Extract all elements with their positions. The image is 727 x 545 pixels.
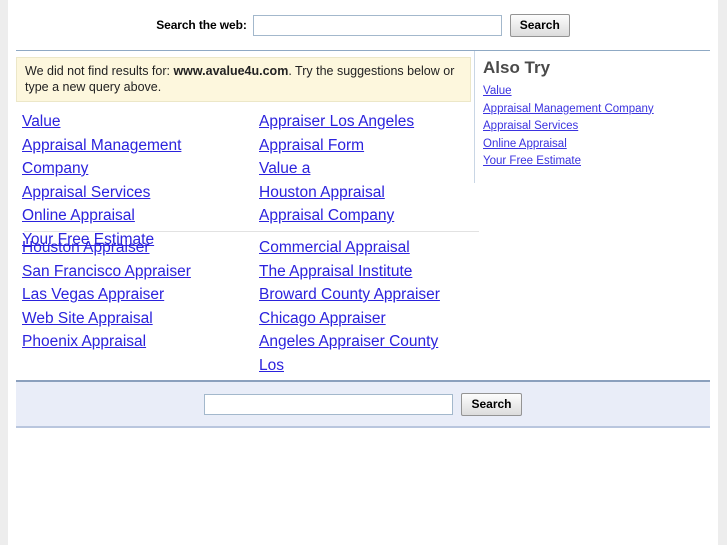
suggestion-link[interactable]: Commercial Appraisal <box>259 236 471 260</box>
also-try-link[interactable]: Value <box>483 83 710 101</box>
suggestion-column-left: Houston Appraiser San Francisco Appraise… <box>22 236 252 354</box>
suggestion-link[interactable]: Appraisal Management Company <box>22 134 222 181</box>
notice-prefix: We did not find results for: <box>25 64 174 78</box>
no-results-notice: We did not find results for: www.avalue4… <box>16 57 471 102</box>
page-canvas: Search the web: Search We did not find r… <box>8 0 718 545</box>
suggestion-link[interactable]: Angeles Appraiser County Los <box>259 330 459 377</box>
suggestion-link[interactable]: Value a <box>259 157 471 181</box>
suggestion-link[interactable]: Phoenix Appraisal <box>22 330 252 354</box>
search-button[interactable]: Search <box>509 13 570 37</box>
search-input[interactable] <box>252 14 502 36</box>
also-try-link[interactable]: Online Appraisal <box>483 136 710 154</box>
suggestion-link[interactable]: Houston Appraiser <box>22 236 252 260</box>
header-search-form: Search the web: Search <box>8 0 718 50</box>
suggestion-link[interactable]: Appraiser Los Angeles <box>259 110 471 134</box>
main-content: We did not find results for: www.avalue4… <box>8 51 718 376</box>
suggestion-link[interactable]: Appraisal Services <box>22 181 252 205</box>
suggestion-link[interactable]: Houston Appraisal <box>259 181 471 205</box>
results-column: We did not find results for: www.avalue4… <box>16 51 479 374</box>
suggestion-link[interactable]: Appraisal Form <box>259 134 471 158</box>
suggestion-group-2: Houston Appraiser San Francisco Appraise… <box>16 226 474 374</box>
also-try-title: Also Try <box>483 58 551 77</box>
suggestion-link[interactable]: Las Vegas Appraiser <box>22 283 252 307</box>
suggestion-link[interactable]: San Francisco Appraiser <box>22 260 252 284</box>
search-the-web-label: Search the web: <box>156 18 247 32</box>
notice-query: www.avalue4u.com <box>173 64 289 78</box>
suggestion-columns: Houston Appraiser San Francisco Appraise… <box>16 236 471 374</box>
suggestion-link[interactable]: Chicago Appraiser <box>259 307 471 331</box>
suggestion-column-right: Commercial Appraisal The Appraisal Insti… <box>259 236 471 377</box>
suggestion-link[interactable]: Online Appraisal <box>22 204 252 228</box>
suggestion-link[interactable]: Value <box>22 110 252 134</box>
also-try-panel: Also Try Value Appraisal Management Comp… <box>474 51 710 183</box>
suggestion-link[interactable]: The Appraisal Institute <box>259 260 471 284</box>
footer-search-bar: Search <box>16 380 710 428</box>
suggestion-link[interactable]: Appraisal Company <box>259 204 471 228</box>
footer-search-button[interactable]: Search <box>461 392 522 416</box>
suggestion-columns: Value Appraisal Management Company Appra… <box>16 110 471 248</box>
also-try-link[interactable]: Appraisal Services <box>483 118 710 136</box>
also-try-link[interactable]: Your Free Estimate <box>483 153 710 171</box>
header: Search the web: Search <box>8 0 718 51</box>
suggestion-link[interactable]: Web Site Appraisal <box>22 307 252 331</box>
also-try-link[interactable]: Appraisal Management Company <box>483 101 710 119</box>
suggestion-group-1: Value Appraisal Management Company Appra… <box>16 102 474 248</box>
footer-search-input[interactable] <box>204 393 454 415</box>
suggestion-link[interactable]: Broward County Appraiser <box>259 283 471 307</box>
suggestion-column-right: Appraiser Los Angeles Appraisal Form Val… <box>259 110 471 228</box>
